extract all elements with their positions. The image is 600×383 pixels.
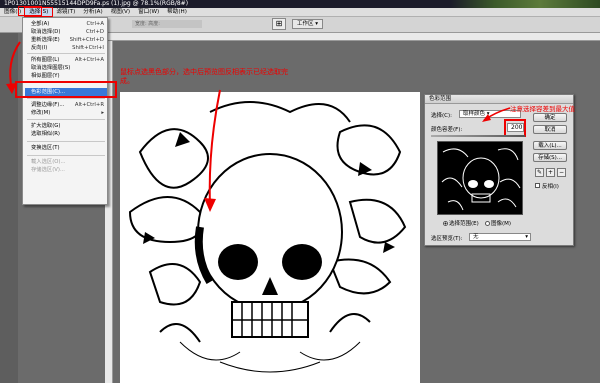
menu-separator	[27, 155, 105, 156]
menu-separator	[27, 119, 105, 120]
menu-item-label: 扩大选取(G)	[31, 123, 61, 129]
invert-checkbox[interactable]	[535, 183, 540, 188]
select-menu-dropdown: 全部(A) Ctrl+A 取消选择(D) Ctrl+D 重新选择(E) Shift+C…	[22, 17, 108, 205]
menu-item-shortcut: Shift+Ctrl+D	[69, 37, 104, 43]
options-dimension-field[interactable]: 宽度: 高度:	[132, 20, 202, 28]
eyedropper-plus-icon[interactable]: +	[546, 168, 555, 177]
menu-bar: 图像(I) 选择(S) 滤镜(T) 分析(A) 视图(V) 窗口(W) 帮助(H…	[0, 7, 600, 17]
menu-item-inverse[interactable]: 反向(I) Shift+Ctrl+I	[25, 44, 107, 52]
red-arrow-icon	[6, 41, 21, 94]
menu-item-all[interactable]: 全部(A) Ctrl+A	[25, 20, 107, 28]
menu-item-deselect-layers[interactable]: 取消选择图层(S)	[25, 64, 107, 72]
menu-view[interactable]: 视图(V)	[107, 8, 134, 16]
menu-separator	[27, 141, 105, 142]
menu-item-label: 存储选区(V)...	[31, 167, 65, 173]
menu-separator	[27, 98, 105, 99]
ok-button[interactable]: 确定	[533, 113, 567, 122]
radio-selection-label: 选择范围(E)	[449, 221, 479, 227]
menu-item-load-selection[interactable]: 载入选区(O)...	[25, 158, 107, 166]
chevron-right-icon: ▸	[101, 110, 104, 116]
ruler-horizontal	[105, 33, 600, 41]
arrange-icon[interactable]: ⊞	[272, 18, 286, 30]
radio-selection[interactable]: 选择范围(E)	[443, 219, 479, 227]
menu-item-label: 取消选择(D)	[31, 29, 61, 35]
menu-item-grow[interactable]: 扩大选取(G)	[25, 122, 107, 130]
menu-item-label: 全部(A)	[31, 21, 50, 27]
select-menu-highlight-box	[18, 6, 42, 16]
menu-item-label: 载入选区(O)...	[31, 159, 66, 165]
menu-item-label: 调整边缘(F)...	[31, 102, 65, 108]
menu-item-deselect[interactable]: 取消选择(D) Ctrl+D	[25, 28, 107, 36]
menu-item-label: 所有图层(L)	[31, 57, 60, 63]
color-range-highlight-box	[15, 81, 117, 98]
menu-item-save-selection[interactable]: 存储选区(V)...	[25, 166, 107, 174]
menu-item-label: 修改(M)	[31, 110, 51, 116]
menu-item-label: 选取相似(R)	[31, 131, 61, 137]
menu-window[interactable]: 窗口(W)	[134, 8, 163, 16]
fuzziness-slider[interactable]	[431, 135, 525, 137]
menu-item-label: 变换选区(T)	[31, 145, 60, 151]
menu-analysis[interactable]: 分析(A)	[79, 8, 106, 16]
fuzziness-label: 颜色容差(F):	[431, 127, 463, 133]
menu-item-shortcut: Alt+Ctrl+R	[74, 102, 104, 108]
preview-label: 选区预览(T):	[431, 236, 463, 242]
red-pointer-arrow-icon	[204, 89, 221, 212]
workspace-button[interactable]: 工作区 ▾	[292, 19, 324, 29]
preview-value: 无	[473, 234, 479, 240]
radio-image-label: 图像(M)	[491, 221, 512, 227]
cancel-button[interactable]: 取消	[533, 125, 567, 134]
menu-item-similar-layers[interactable]: 相似图层(Y)	[25, 72, 107, 80]
menu-item-reselect[interactable]: 重新选择(E) Shift+Ctrl+D	[25, 36, 107, 44]
menu-separator	[27, 53, 105, 54]
title-background-image	[450, 0, 600, 8]
menu-item-transform-selection[interactable]: 变换选区(T)	[25, 144, 107, 152]
menu-help[interactable]: 帮助(H)	[163, 8, 191, 16]
eyedropper-minus-icon[interactable]: −	[557, 168, 566, 177]
menu-item-shortcut: Shift+Ctrl+I	[72, 45, 104, 51]
preview-dropdown[interactable]: 无 ▾	[469, 233, 531, 241]
menu-item-refine-edge[interactable]: 调整边缘(F)... Alt+Ctrl+R	[25, 101, 107, 109]
load-button[interactable]: 载入(L)...	[533, 141, 567, 150]
menu-item-all-layers[interactable]: 所有图层(L) Alt+Ctrl+A	[25, 56, 107, 64]
menu-item-label: 取消选择图层(S)	[31, 65, 71, 71]
eyedropper-icon[interactable]: ✎	[535, 168, 544, 177]
skull-artwork-image	[128, 101, 407, 373]
invert-label: 反相(I)	[542, 184, 559, 190]
red-arrow-to-fuzziness-icon	[482, 107, 511, 122]
annotation-right: 注意选择容差到最大值	[510, 105, 575, 113]
menu-item-shortcut: Ctrl+D	[86, 29, 104, 35]
menu-item-shortcut: Alt+Ctrl+A	[74, 57, 104, 63]
menu-item-similar[interactable]: 选取相似(R)	[25, 130, 107, 138]
menu-item-label: 相似图层(Y)	[31, 73, 60, 79]
annotation-left: 鼠标点选黑色部分，选中后预览图反相表示已经选取完成。	[120, 68, 288, 85]
menu-item-label: 重新选择(E)	[31, 37, 60, 43]
selection-preview	[437, 141, 523, 215]
radio-image[interactable]: 图像(M)	[485, 219, 511, 227]
menu-item-shortcut: Ctrl+A	[86, 21, 105, 27]
menu-item-label: 反向(I)	[31, 45, 48, 51]
save-button[interactable]: 存储(S)...	[533, 153, 567, 162]
select-label: 选择(C):	[431, 113, 452, 119]
menu-item-modify[interactable]: 修改(M) ▸	[25, 109, 107, 117]
menu-filter[interactable]: 滤镜(T)	[52, 8, 79, 16]
